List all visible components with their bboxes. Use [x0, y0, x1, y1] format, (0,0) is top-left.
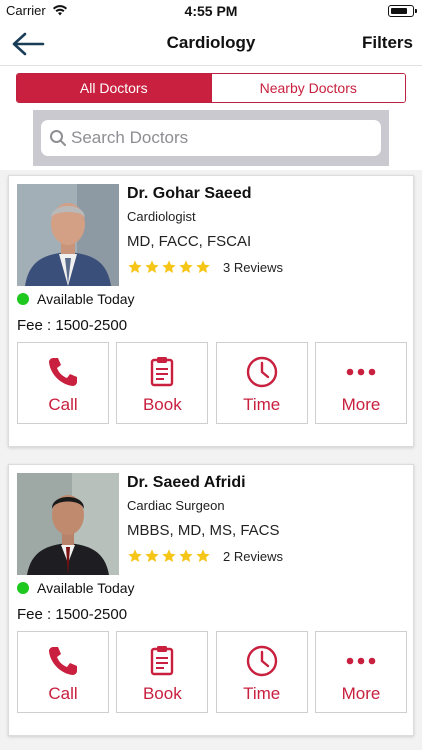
time-label: Time [243, 684, 281, 703]
book-button[interactable]: Book [116, 342, 209, 424]
doctor-photo [17, 473, 119, 575]
clipboard-icon [117, 355, 207, 389]
star-icon [179, 260, 193, 273]
doctor-name: Dr. Gohar Saeed [127, 185, 252, 202]
doctor-name: Dr. Saeed Afridi [127, 474, 246, 491]
availability-label: Available Today [37, 291, 135, 307]
available-dot-icon [17, 582, 29, 594]
clock: 4:55 PM [184, 3, 238, 19]
rating: 3 Reviews [127, 259, 283, 275]
time-button[interactable]: Time [215, 631, 308, 713]
search-icon [49, 129, 67, 152]
doctor-filter-segment: All Doctors Nearby Doctors [16, 73, 406, 103]
star-icon [179, 549, 193, 562]
doctor-card[interactable]: Dr. Gohar Saeed Cardiologist MD, FACC, F… [8, 175, 414, 447]
time-label: Time [243, 395, 281, 414]
star-icon [145, 260, 159, 273]
availability-status: Available Today [17, 580, 135, 596]
doctor-specialty: Cardiac Surgeon [127, 498, 225, 513]
book-label: Book [142, 395, 182, 414]
clock-icon [217, 644, 307, 678]
search-bar-container: Search Doctors [33, 110, 389, 166]
fee-label: Fee : 1500-2500 [17, 606, 128, 623]
more-button[interactable]: More [314, 342, 407, 424]
call-label: Call [48, 395, 78, 414]
star-rating [127, 548, 211, 564]
doctor-specialty: Cardiologist [127, 209, 196, 224]
availability-label: Available Today [37, 580, 135, 596]
star-icon [128, 260, 142, 273]
call-label: Call [48, 684, 78, 703]
more-dots-icon [316, 644, 406, 678]
availability-status: Available Today [17, 291, 135, 307]
tab-nearby-doctors[interactable]: Nearby Doctors [210, 74, 405, 102]
book-button[interactable]: Book [116, 631, 209, 713]
star-icon [162, 549, 176, 562]
page-title: Cardiology [166, 33, 256, 52]
more-button[interactable]: More [314, 631, 407, 713]
clock-icon [217, 355, 307, 389]
more-label: More [341, 395, 381, 414]
more-label: More [341, 684, 381, 703]
tab-all-doctors[interactable]: All Doctors [17, 74, 211, 102]
action-buttons: Call Book Time More [17, 342, 407, 424]
star-icon [162, 260, 176, 273]
doctor-qualifications: MBBS, MD, MS, FACS [127, 522, 280, 539]
fee-label: Fee : 1500-2500 [17, 317, 128, 334]
doctor-photo [17, 184, 119, 286]
call-button[interactable]: Call [17, 631, 109, 713]
available-dot-icon [17, 293, 29, 305]
filters-button[interactable]: Filters [362, 33, 413, 53]
doctor-card[interactable]: Dr. Saeed Afridi Cardiac Surgeon MBBS, M… [8, 464, 414, 736]
time-button[interactable]: Time [215, 342, 308, 424]
star-icon [128, 549, 142, 562]
navigation-bar: Cardiology Filters [0, 22, 422, 66]
phone-icon [18, 355, 108, 389]
action-buttons: Call Book Time More [17, 631, 407, 713]
phone-icon [18, 644, 108, 678]
battery-icon [388, 5, 417, 17]
doctor-qualifications: MD, FACC, FSCAI [127, 233, 252, 250]
search-input[interactable]: Search Doctors [41, 120, 381, 156]
rating: 2 Reviews [127, 548, 283, 564]
status-bar: Carrier 4:55 PM [0, 0, 422, 22]
star-icon [196, 549, 210, 562]
header-controls: All Doctors Nearby Doctors Search Doctor… [0, 66, 422, 170]
book-label: Book [142, 684, 182, 703]
call-button[interactable]: Call [17, 342, 109, 424]
review-count[interactable]: 3 Reviews [223, 260, 283, 275]
star-rating [127, 259, 211, 275]
star-icon [196, 260, 210, 273]
search-placeholder: Search Doctors [71, 128, 189, 147]
review-count[interactable]: 2 Reviews [223, 549, 283, 564]
star-icon [145, 549, 159, 562]
more-dots-icon [316, 355, 406, 389]
clipboard-icon [117, 644, 207, 678]
